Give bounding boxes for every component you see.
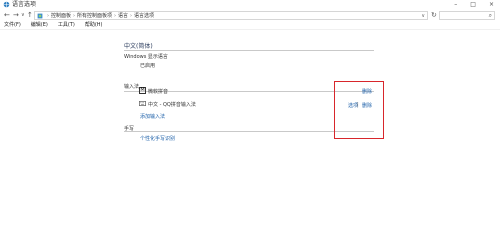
up-button[interactable]: ↑ [27, 10, 33, 21]
menu-help[interactable]: 帮助(H) [85, 21, 103, 29]
address-bar[interactable]: › 控制面板 › 所有控制面板项 › 语言 › 语言选项 ∨ [34, 11, 428, 20]
window-title: 语言选项 [12, 1, 37, 8]
globe-icon [3, 1, 10, 8]
search-input[interactable]: ⌕ [439, 11, 495, 20]
breadcrumb-separator: › [47, 12, 49, 19]
breadcrumb-separator: › [114, 12, 117, 19]
breadcrumb-all-items[interactable]: 所有控制面板项 [77, 12, 112, 19]
breadcrumb-control-panel[interactable]: 控制面板 [51, 12, 71, 19]
input-method-label: 输入法 [124, 84, 140, 90]
breadcrumb-language-options[interactable]: 语言选项 [134, 12, 154, 19]
menu-edit[interactable]: 编辑(E) [31, 21, 48, 29]
language-title: 中文(简体) [124, 43, 153, 50]
divider [124, 50, 374, 51]
recent-pages-button[interactable]: ∨ [21, 10, 25, 21]
address-dropdown-icon[interactable]: ∨ [421, 12, 425, 20]
add-input-method-link[interactable]: 添加输入法 [140, 113, 165, 120]
windows-display-language-label: Windows 显示语言 [124, 54, 168, 60]
menu-bar: 文件(F) 编辑(E) 工具(T) 帮助(H) [0, 21, 500, 30]
menu-file[interactable]: 文件(F) [4, 21, 21, 29]
breadcrumb-language[interactable]: 语言 [118, 12, 128, 19]
personalize-handwriting-link[interactable]: 个性化手写识别 [140, 135, 175, 142]
close-button[interactable]: × [489, 0, 494, 10]
ime-qq-pinyin: 中文 - QQ拼音输入法 [148, 102, 196, 108]
menu-tools[interactable]: 工具(T) [58, 21, 75, 29]
control-panel-icon [37, 13, 43, 18]
keyboard-icon [139, 101, 146, 106]
refresh-button[interactable]: ↻ [431, 10, 437, 21]
language-options-panel: 中文(简体) Windows 显示语言 已启用 输入法 M 微软拼音 删除 中文… [0, 30, 500, 242]
title-bar: 语言选项 – □ × [0, 0, 500, 10]
back-button[interactable]: ← [4, 10, 10, 21]
forward-button[interactable]: → [13, 10, 19, 21]
windows-display-language-status: 已启用 [140, 63, 156, 69]
search-icon[interactable]: ⌕ [489, 12, 492, 19]
navigation-bar: ← → ∨ ↑ › 控制面板 › 所有控制面板项 › 语言 › 语言选项 ∨ ↻… [0, 10, 500, 21]
breadcrumb-separator: › [73, 12, 76, 19]
breadcrumb-separator: › [130, 12, 133, 19]
window-controls: – □ × [454, 0, 494, 10]
microsoft-pinyin-icon: M [139, 87, 146, 94]
highlight-box [334, 81, 384, 139]
minimize-button[interactable]: – [454, 0, 457, 10]
maximize-button[interactable]: □ [470, 0, 476, 10]
ime-microsoft-pinyin: 微软拼音 [148, 89, 169, 95]
